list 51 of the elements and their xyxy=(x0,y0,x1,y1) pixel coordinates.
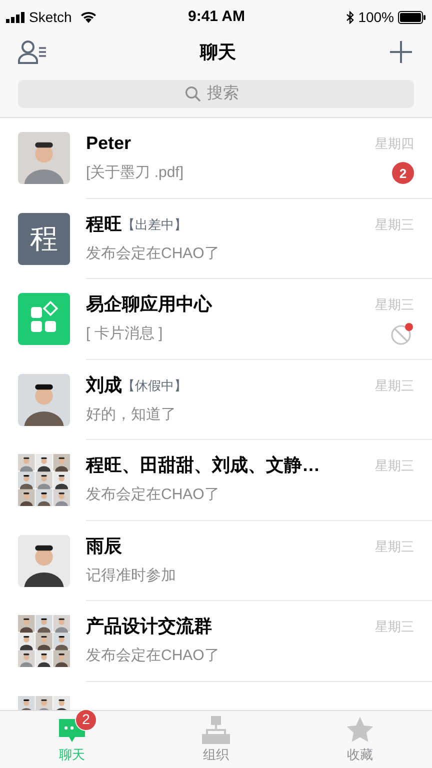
tab-bar-item[interactable]: 2 聊天 xyxy=(0,711,144,768)
message-preview: [ 卡片消息 ] xyxy=(86,324,163,344)
chat-time: 星期三 xyxy=(375,296,414,314)
chat-row[interactable]: 程 程旺【出差中】 星期三 发布会定在CHAO了 xyxy=(0,198,432,279)
tab-badge: 2 xyxy=(75,708,97,731)
search-field[interactable]: 搜索 xyxy=(18,80,414,108)
plus-icon xyxy=(390,41,412,63)
status-tag: 【出差中】 xyxy=(122,214,187,234)
search-input[interactable]: 搜索 xyxy=(207,82,247,106)
chat-name: 产品设计交流群 xyxy=(86,615,212,638)
carrier-name: Sketch xyxy=(29,8,72,26)
battery-percent: 100% xyxy=(358,8,394,26)
app-center-icon xyxy=(18,293,70,346)
clock-time: 9:41 AM xyxy=(188,6,245,27)
chat-time: 星期三 xyxy=(375,618,414,636)
message-preview: 发布会定在CHAO了 xyxy=(86,646,220,666)
chat-row[interactable]: 刘成【休假中】 星期三 好的，知道了 xyxy=(0,360,432,440)
chat-row[interactable]: 雨辰 星期三 记得准时参加 xyxy=(0,520,432,601)
letter-avatar: 程 xyxy=(18,212,70,265)
chat-name: 易企聊应用中心 xyxy=(86,293,212,316)
chat-name: 程旺、田甜甜、刘成、文静… xyxy=(86,454,320,478)
contacts-icon xyxy=(18,40,48,64)
message-preview: 发布会定在CHAO了 xyxy=(86,485,220,505)
add-button[interactable] xyxy=(388,39,414,65)
contacts-button[interactable] xyxy=(18,39,48,65)
status-tag: 【休假中】 xyxy=(122,376,187,395)
chat-time: 星期三 xyxy=(375,376,414,394)
chat-row[interactable]: Peter 星期四 [关于墨刀 .pdf] 2 xyxy=(0,118,432,198)
chat-name: 程旺 xyxy=(86,212,122,236)
unread-badge: 2 xyxy=(392,162,414,184)
message-preview: 记得准时参加 xyxy=(86,566,176,586)
chat-row[interactable]: 程旺、田甜甜、刘成、文静… 星期三 发布会定在CHAO了 xyxy=(0,440,432,520)
chat-name: Peter xyxy=(86,132,132,156)
org-chart-icon xyxy=(201,714,231,745)
chat-name: 刘成 xyxy=(86,374,122,397)
chat-time: 星期四 xyxy=(375,135,414,153)
chat-row[interactable]: 易企聊应用中心 星期三 [ 卡片消息 ] xyxy=(0,279,432,360)
page-title: 聊天 xyxy=(200,40,236,64)
chat-row[interactable]: 产品设计交流群 星期三 发布会定在CHAO了 xyxy=(0,601,432,682)
message-preview: 好的，知道了 xyxy=(86,404,176,424)
chat-time: 星期三 xyxy=(375,538,414,556)
chat-name: 雨辰 xyxy=(86,534,122,558)
chat-time: 星期三 xyxy=(375,457,414,475)
search-icon xyxy=(185,86,201,102)
bluetooth-icon xyxy=(346,10,354,24)
chat-time: 星期三 xyxy=(375,216,414,234)
message-preview: 发布会定在CHAO了 xyxy=(86,244,220,264)
wifi-icon xyxy=(80,11,97,23)
battery-icon xyxy=(398,10,426,24)
signal-icon xyxy=(6,12,25,22)
message-preview: [关于墨刀 .pdf] xyxy=(86,163,184,183)
